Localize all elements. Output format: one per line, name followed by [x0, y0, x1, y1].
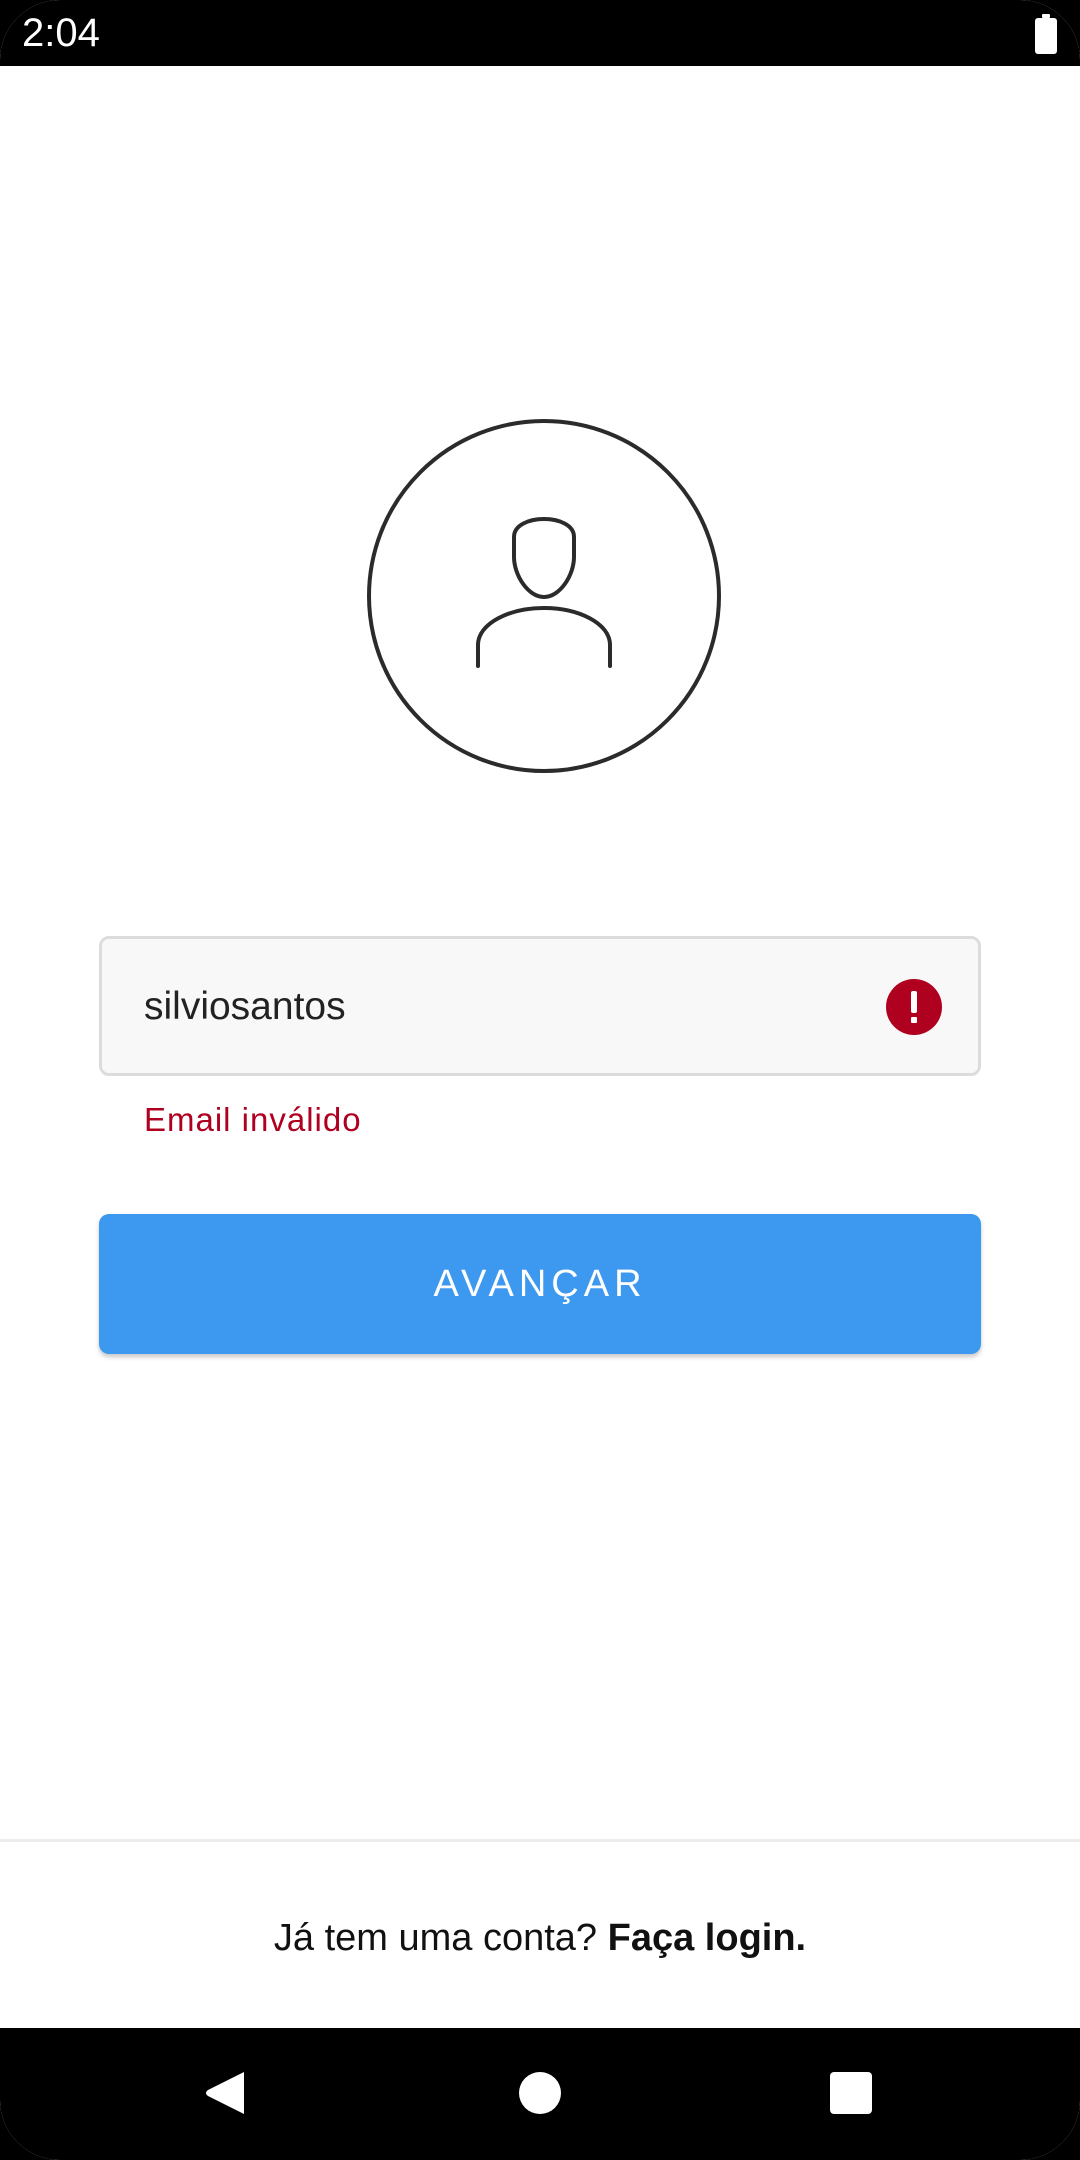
- navigation-bar: [0, 2028, 1080, 2160]
- back-triangle-icon: [206, 2072, 244, 2114]
- footer-divider: [0, 1839, 1080, 1842]
- login-question: Já tem uma conta?: [273, 1917, 598, 1959]
- email-field-value[interactable]: silviosantos: [144, 985, 346, 1029]
- back-button[interactable]: [181, 2048, 271, 2138]
- battery-icon: [1035, 14, 1057, 54]
- app-screen: 2:04 silviosantos Email inválido AVANÇAR…: [0, 0, 1080, 2160]
- recents-square-icon: [830, 2072, 872, 2114]
- email-field[interactable]: silviosantos: [99, 936, 981, 1076]
- email-error-message: Email inválido: [144, 1101, 362, 1138]
- login-prompt: Já tem uma conta? Faça login.: [0, 1915, 1080, 1961]
- status-time: 2:04: [22, 11, 100, 55]
- recents-button[interactable]: [806, 2048, 896, 2138]
- next-button[interactable]: AVANÇAR: [99, 1214, 981, 1354]
- error-icon: [886, 979, 942, 1035]
- home-circle-icon: [519, 2072, 561, 2114]
- user-avatar-icon: [367, 419, 721, 773]
- login-link[interactable]: Faça login.: [608, 1917, 806, 1959]
- home-button[interactable]: [495, 2048, 585, 2138]
- status-bar: 2:04: [0, 0, 1080, 66]
